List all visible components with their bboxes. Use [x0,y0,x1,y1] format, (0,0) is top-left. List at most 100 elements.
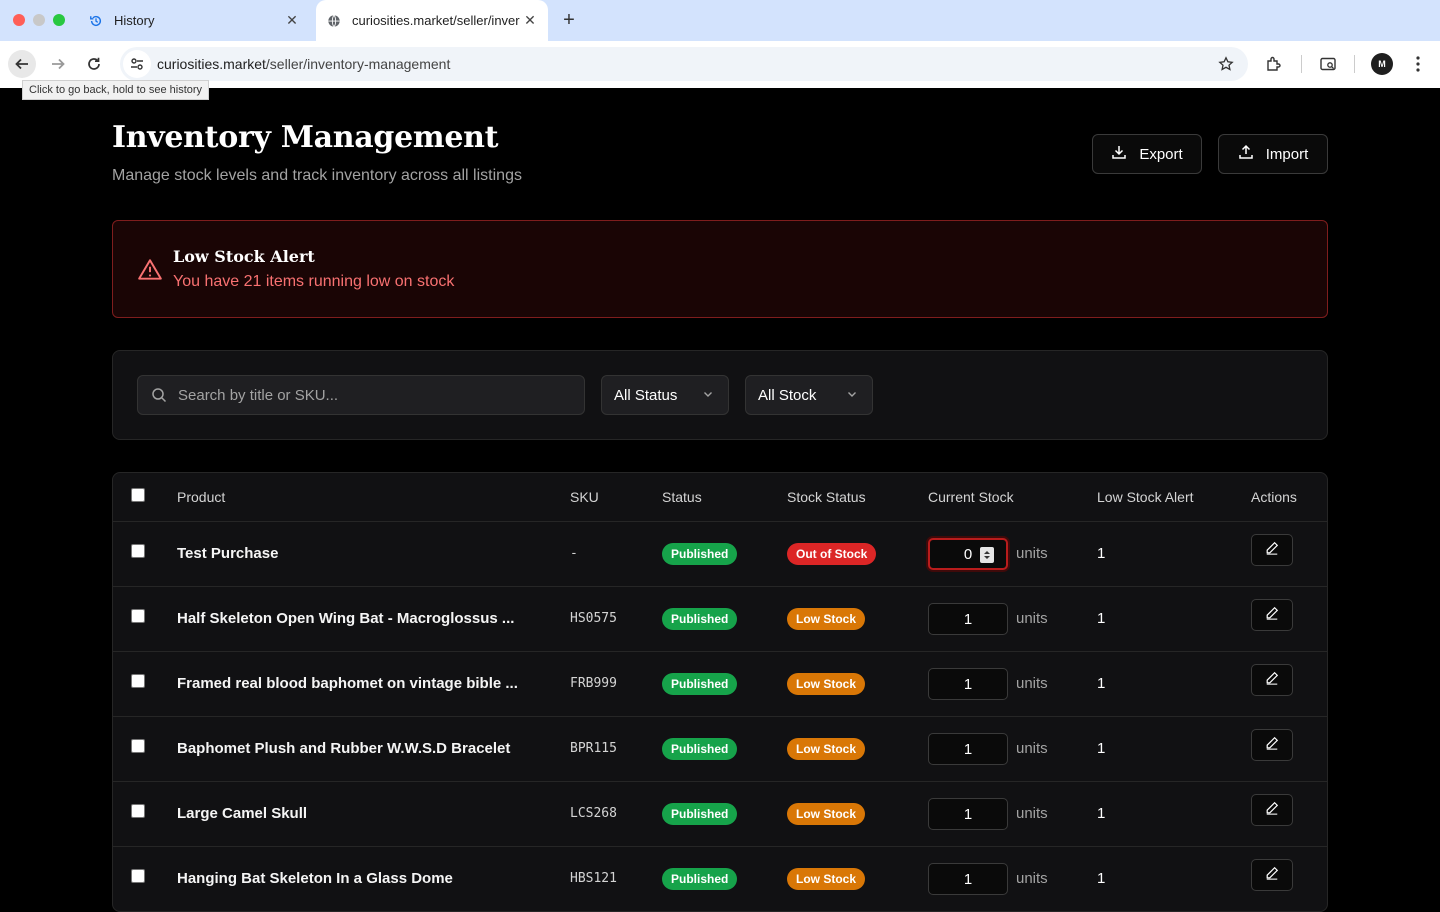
alert-message: You have 21 items running low on stock [173,273,455,290]
status-badge: Published [662,608,738,630]
stock-status-badge: Low Stock [787,738,866,760]
toolbar-divider [1354,55,1355,73]
close-icon[interactable]: ✕ [284,12,300,29]
column-header-low-stock-alert[interactable]: Low Stock Alert [1097,489,1194,505]
column-header-current-stock[interactable]: Current Stock [928,489,1014,505]
back-button-tooltip: Click to go back, hold to see history [22,80,210,100]
inventory-table: Product SKU Status Stock Status Current … [112,472,1328,912]
browser-toolbar: curiosities.market/seller/inventory-mana… [0,41,1440,88]
product-title[interactable]: Large Camel Skull [177,805,307,822]
edit-button[interactable] [1251,794,1293,826]
more-vertical-icon[interactable] [1405,51,1431,77]
export-button[interactable]: Export [1092,134,1202,174]
bookmark-star-icon[interactable] [1216,54,1236,74]
import-label: Import [1265,145,1309,163]
edit-button[interactable] [1251,859,1293,891]
toolbar-divider [1301,55,1302,73]
table-row: Hanging Bat Skeleton In a Glass Dome HBS… [113,847,1327,911]
import-button[interactable]: Import [1218,134,1328,174]
units-label: units [1016,870,1048,887]
row-checkbox[interactable] [131,804,145,818]
product-title[interactable]: Hanging Bat Skeleton In a Glass Dome [177,870,453,887]
filter-bar: All Status All Stock [112,350,1328,440]
edit-button[interactable] [1251,729,1293,761]
stock-value: 1 [963,675,973,693]
address-bar[interactable]: curiosities.market/seller/inventory-mana… [120,47,1248,81]
window-close-button[interactable] [13,14,25,26]
table-row: Test Purchase - Published Out of Stock 0… [113,522,1327,587]
table-row: Large Camel Skull LCS268 Published Low S… [113,782,1327,847]
column-header-status[interactable]: Status [662,489,702,505]
profile-avatar[interactable]: M [1371,53,1393,75]
row-checkbox[interactable] [131,674,145,688]
current-stock-input[interactable]: 0 [928,538,1008,570]
sku-value: HBS121 [570,871,617,886]
stock-filter-value: All Stock [758,386,817,404]
low-stock-alert: Low Stock Alert You have 21 items runnin… [112,220,1328,318]
reload-icon[interactable] [80,50,108,78]
edit-button[interactable] [1251,599,1293,631]
extensions-puzzle-icon[interactable] [1261,51,1287,77]
edit-button[interactable] [1251,534,1293,566]
product-title[interactable]: Test Purchase [177,545,278,562]
row-checkbox[interactable] [131,609,145,623]
tab-active-inventory[interactable]: curiosities.market/seller/inver ✕ [316,0,548,41]
column-header-product[interactable]: Product [177,489,225,505]
tab-title: curiosities.market/seller/inver [352,13,520,28]
tab-search-icon[interactable] [1315,51,1341,77]
product-title[interactable]: Framed real blood baphomet on vintage bi… [177,675,518,692]
row-checkbox[interactable] [131,544,145,558]
sku-value: LCS268 [570,806,617,821]
column-header-stock-status[interactable]: Stock Status [787,489,866,505]
search-field[interactable] [137,375,585,415]
forward-arrow-icon[interactable] [44,50,72,78]
stepper-arrows-icon[interactable] [980,547,994,563]
current-stock-input[interactable]: 1 [928,733,1008,765]
alert-title: Low Stock Alert [173,247,315,266]
product-title[interactable]: Half Skeleton Open Wing Bat - Macrogloss… [177,610,514,627]
back-arrow-icon[interactable] [8,50,36,78]
units-label: units [1016,545,1048,562]
window-maximize-button[interactable] [53,14,65,26]
current-stock-input[interactable]: 1 [928,863,1008,895]
chevron-down-icon [846,387,858,404]
table-row: Framed real blood baphomet on vintage bi… [113,652,1327,717]
units-label: units [1016,610,1048,627]
select-all-checkbox[interactable] [131,488,145,502]
column-header-sku[interactable]: SKU [570,489,599,505]
url-text: curiosities.market/seller/inventory-mana… [157,56,451,72]
status-badge: Published [662,673,738,695]
current-stock-input[interactable]: 1 [928,603,1008,635]
window-minimize-button[interactable] [33,14,45,26]
history-icon [88,13,104,29]
current-stock-input[interactable]: 1 [928,668,1008,700]
stock-value: 1 [963,870,973,888]
sku-value: - [570,546,578,561]
sku-value: BPR115 [570,741,617,756]
site-settings-icon[interactable] [123,50,151,78]
new-tab-plus-icon[interactable]: + [558,9,580,31]
low-stock-alert-value: 1 [1097,740,1106,757]
column-header-actions: Actions [1251,489,1297,505]
units-label: units [1016,805,1048,822]
status-badge: Published [662,868,738,890]
product-title[interactable]: Baphomet Plush and Rubber W.W.S.D Bracel… [177,740,510,757]
low-stock-alert-value: 1 [1097,610,1106,627]
stock-status-badge: Low Stock [787,608,866,630]
close-icon[interactable]: ✕ [522,12,538,29]
row-checkbox[interactable] [131,869,145,883]
tab-history[interactable]: History ✕ [78,0,310,41]
status-badge: Published [662,738,738,760]
stock-filter-select[interactable]: All Stock [745,375,873,415]
status-badge: Published [662,543,738,565]
browser-tab-strip: History ✕ curiosities.market/seller/inve… [0,0,1440,41]
pencil-icon [1265,736,1279,755]
status-filter-select[interactable]: All Status [601,375,729,415]
low-stock-alert-value: 1 [1097,805,1106,822]
row-checkbox[interactable] [131,739,145,753]
search-input[interactable] [178,386,584,404]
edit-button[interactable] [1251,664,1293,696]
units-label: units [1016,675,1048,692]
current-stock-input[interactable]: 1 [928,798,1008,830]
stock-status-badge: Out of Stock [787,543,877,565]
